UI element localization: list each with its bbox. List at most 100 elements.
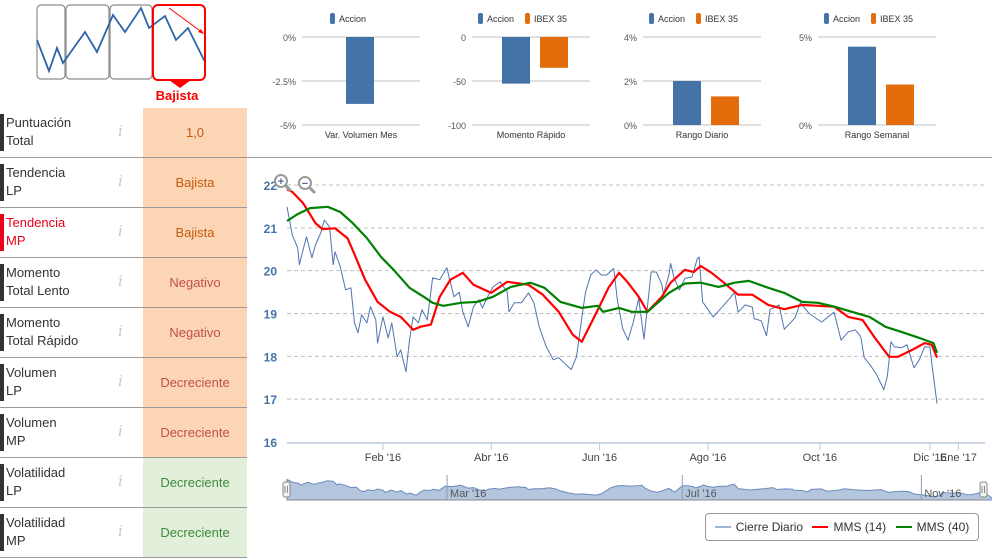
y-tick-label: 18 — [264, 350, 278, 364]
legend-item[interactable]: MMS (14) — [812, 520, 886, 534]
legend-label[interactable]: Accion — [339, 14, 366, 24]
x-tick-label: Abr '16 — [474, 452, 509, 464]
phase-box-2 — [65, 4, 110, 80]
bar-accion[interactable] — [673, 81, 701, 125]
bar-chart: 0 -50 -100 Accion IBEX 35 Momento Rápido — [448, 13, 590, 140]
legend-label[interactable]: IBEX 35 — [534, 14, 567, 24]
navigator[interactable]: Mar '16 Jul '16 Nov '16 — [282, 475, 992, 501]
row-label-line: Total Lento — [6, 283, 70, 298]
info-icon[interactable]: i — [118, 472, 123, 490]
row-label: Momento Total Lento — [6, 264, 70, 300]
row-label-line: LP — [6, 183, 22, 198]
y-tick-label: 0% — [799, 121, 812, 131]
bar-accion[interactable] — [346, 37, 374, 104]
legend-label[interactable]: Accion — [487, 14, 514, 24]
bar-chart: 5% 0% Accion IBEX 35 Rango Semanal — [799, 13, 936, 140]
info-icon[interactable]: i — [118, 222, 123, 240]
y-tick-label: 5% — [799, 33, 812, 43]
y-tick-label: 0 — [461, 33, 466, 43]
row-label-line: Puntuación — [6, 115, 72, 130]
info-icon[interactable]: i — [118, 272, 123, 290]
row-label-line: Tendencia — [6, 215, 66, 230]
row-label-line: MP — [6, 233, 26, 248]
x-tick-label: Ago '16 — [689, 452, 726, 464]
comparison-bar-charts: 0% -2.5% -5% Accion Var. Volumen Mes 0 -50 -100… — [272, 13, 936, 140]
info-icon[interactable]: i — [118, 522, 123, 540]
legend-label[interactable]: IBEX 35 — [880, 14, 913, 24]
row-label-line: Tendencia — [6, 165, 66, 180]
series-mms-40[interactable] — [286, 205, 939, 354]
chart-title: Rango Diario — [676, 130, 729, 140]
y-tick-label: -2.5% — [272, 77, 296, 87]
score-row: Tendencia LP i Bajista — [0, 158, 247, 208]
zoom-out-button[interactable]: − — [298, 176, 316, 194]
legend-swatch — [649, 13, 654, 24]
row-marker — [0, 164, 4, 201]
score-row: Momento Total Rápido i Negativo — [0, 308, 247, 358]
row-label-line: Momento — [6, 265, 61, 280]
bar-ibex-35[interactable] — [886, 84, 914, 125]
bar-accion[interactable] — [502, 37, 530, 84]
row-value: Negativo — [143, 308, 247, 357]
chart-legend: Cierre Diario MMS (14) MMS (40) — [705, 513, 979, 541]
y-tick-label: -100 — [448, 121, 466, 131]
row-value: Negativo — [143, 258, 247, 307]
chart-title: Rango Semanal — [845, 130, 910, 140]
row-label-line: MP — [6, 533, 26, 548]
phase-label: Bajista — [156, 88, 199, 103]
y-tick-label: 4% — [624, 33, 637, 43]
bar-ibex-35[interactable] — [711, 96, 739, 125]
zoom-in-icon: + — [278, 176, 284, 188]
series-cierre-diario[interactable] — [286, 206, 938, 404]
legend-swatch — [714, 526, 731, 528]
legend-swatch — [525, 13, 530, 24]
info-icon[interactable]: i — [118, 172, 123, 190]
row-marker — [0, 364, 4, 401]
price-chart[interactable]: 16171819202122Feb '16 Abr '16 Jun '16 Ago '… — [258, 160, 992, 510]
legend-label[interactable]: Accion — [833, 14, 860, 24]
chart-title: Momento Rápido — [497, 130, 566, 140]
zoom-in-button[interactable]: + — [274, 174, 292, 192]
navigator-right-handle[interactable] — [979, 481, 988, 498]
row-label: Tendencia MP — [6, 214, 65, 250]
info-icon[interactable]: i — [118, 422, 123, 440]
x-tick-label: Feb '16 — [365, 452, 401, 464]
legend-swatch — [895, 526, 912, 528]
row-label: Puntuación Total — [6, 114, 71, 150]
legend-item[interactable]: MMS (40) — [895, 520, 969, 534]
navigator-left-handle[interactable] — [282, 481, 291, 498]
trend-line — [36, 6, 206, 74]
info-icon[interactable]: i — [118, 372, 123, 390]
score-row: Tendencia MP i Bajista — [0, 208, 247, 258]
legend-item[interactable]: Cierre Diario — [714, 520, 803, 534]
navigator-tick-label: Nov '16 — [924, 488, 961, 500]
y-tick-label: -5% — [280, 121, 296, 131]
legend-swatch — [871, 13, 876, 24]
row-label: Volumen LP — [6, 364, 57, 400]
bar-accion[interactable] — [848, 46, 876, 125]
legend-label[interactable]: IBEX 35 — [705, 14, 738, 24]
y-tick-label: 16 — [264, 436, 278, 450]
y-tick-label: 0% — [624, 121, 637, 131]
legend-swatch — [696, 13, 701, 24]
score-row: Volumen LP i Decreciente — [0, 358, 247, 408]
bar-chart: 0% -2.5% -5% Accion Var. Volumen Mes — [272, 13, 420, 140]
row-marker — [0, 264, 4, 301]
row-marker — [0, 414, 4, 451]
legend-label[interactable]: Accion — [658, 14, 685, 24]
row-label-line: LP — [6, 383, 22, 398]
legend-label: MMS (14) — [833, 520, 887, 534]
x-tick-label: Ene '17 — [940, 452, 977, 464]
row-value: Bajista — [143, 158, 247, 207]
row-value: Bajista — [143, 208, 247, 257]
info-icon[interactable]: i — [118, 322, 123, 340]
score-row: Volatilidad LP i Decreciente — [0, 458, 247, 508]
score-row: Volatilidad MP i Decreciente — [0, 508, 247, 558]
zoom-out-icon: − — [302, 178, 308, 190]
row-label-line: Volumen — [6, 415, 57, 430]
y-tick-label: 20 — [264, 265, 278, 279]
row-label-line: Total Rápido — [6, 333, 79, 348]
bar-ibex-35[interactable] — [540, 37, 568, 68]
info-icon[interactable]: i — [118, 122, 123, 140]
row-marker — [0, 114, 4, 151]
